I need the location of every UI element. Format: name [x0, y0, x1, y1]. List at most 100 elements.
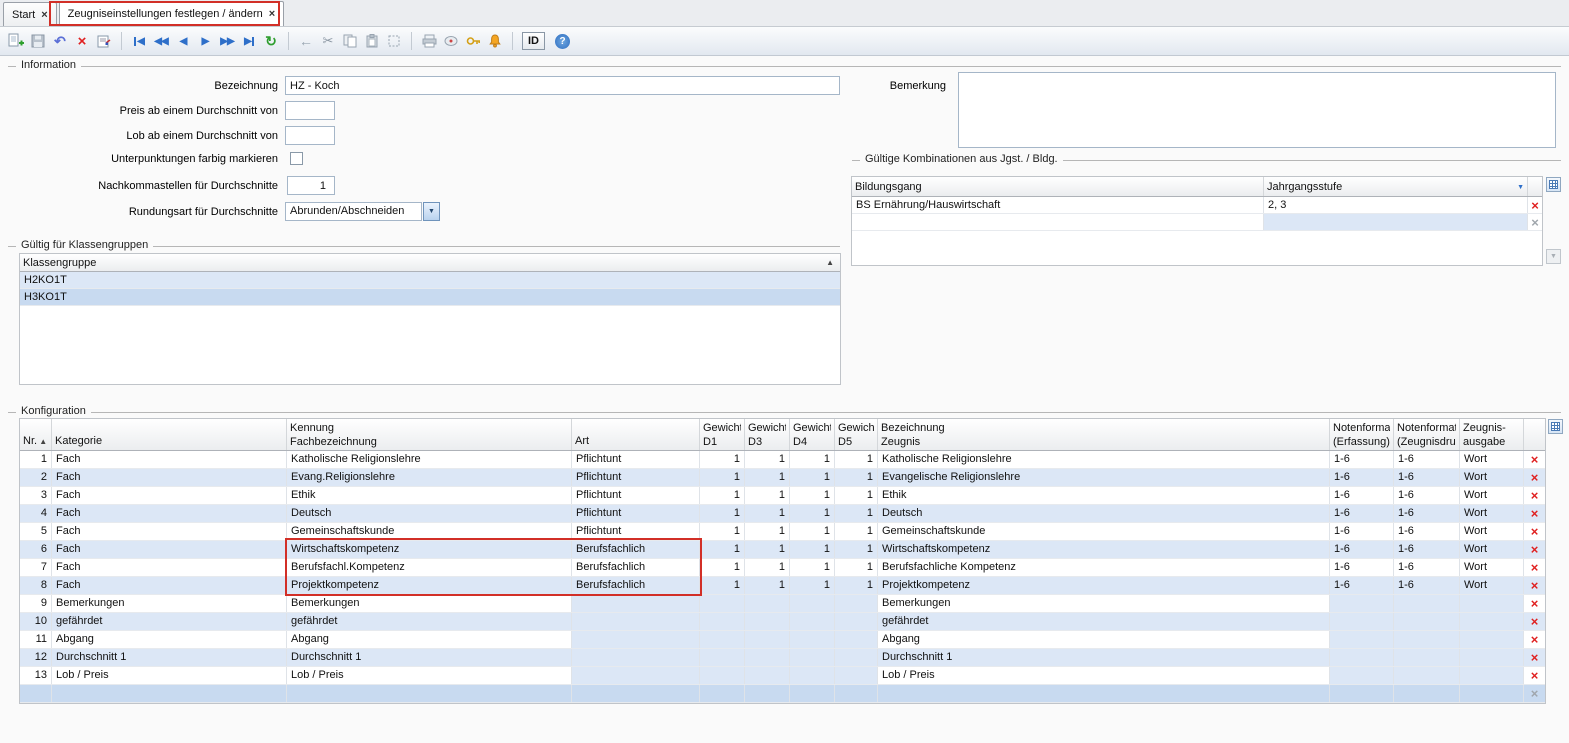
cell-d5[interactable]	[835, 649, 878, 666]
rundungsart-select[interactable]: Abrunden/Abschneiden	[285, 202, 422, 221]
back-arrow-icon[interactable]: ←	[296, 30, 316, 52]
cell-art[interactable]: Pflichtunt	[572, 469, 700, 486]
cell-d1[interactable]	[700, 631, 745, 648]
cell-d5[interactable]: 1	[835, 451, 878, 468]
cell-nf_erf[interactable]: 1-6	[1330, 469, 1394, 486]
cell-d1[interactable]: 1	[700, 523, 745, 540]
cell-kategorie[interactable]: Fach	[52, 451, 287, 468]
delete-row-icon[interactable]: ×	[1531, 651, 1539, 664]
cell-kennung[interactable]: Wirtschaftskompetenz	[287, 541, 572, 558]
cell-kennung[interactable]: Bemerkungen	[287, 595, 572, 612]
tab-close-icon[interactable]: ×	[41, 9, 47, 21]
delete-row-icon[interactable]: ×	[1531, 453, 1539, 466]
cell-ausgabe[interactable]: Wort	[1460, 505, 1524, 522]
column-header-nf_erf[interactable]: Notenformat(Erfassung)	[1330, 419, 1394, 450]
table-row[interactable]: 10gefährdetgefährdetgefährdet×	[20, 613, 1545, 631]
tab-zeugniseinstellungen[interactable]: Zeugniseinstellungen festlegen / ändern …	[59, 1, 285, 26]
cell-d4[interactable]	[790, 631, 835, 648]
cell-nf_erf[interactable]: 1-6	[1330, 541, 1394, 558]
cell-kennung[interactable]: Katholische Religionslehre	[287, 451, 572, 468]
cell-kategorie[interactable]: Fach	[52, 541, 287, 558]
cell-d3[interactable]: 1	[745, 505, 790, 522]
delete-row-icon[interactable]: ×	[1531, 507, 1539, 520]
cell-nr[interactable]: 3	[20, 487, 52, 504]
cell-kennung[interactable]: Ethik	[287, 487, 572, 504]
cell-kategorie[interactable]: Fach	[52, 505, 287, 522]
new-record-icon[interactable]	[6, 30, 26, 52]
cell-nf_druck[interactable]: 1-6	[1394, 523, 1460, 540]
cell-ausgabe[interactable]	[1460, 631, 1524, 648]
cell-nf_druck[interactable]	[1394, 595, 1460, 612]
table-row[interactable]: 1FachKatholische ReligionslehrePflichtun…	[20, 451, 1545, 469]
column-header-d4[interactable]: GewichtD4	[790, 419, 835, 450]
cell-kategorie[interactable]: Lob / Preis	[52, 667, 287, 684]
cell-ausgabe[interactable]	[1460, 613, 1524, 630]
nav-first-icon[interactable]: ◀	[129, 30, 149, 52]
cell-ausgabe[interactable]: Wort	[1460, 559, 1524, 576]
cell-nr[interactable]: 11	[20, 631, 52, 648]
column-header-bildungsgang[interactable]: Bildungsgang	[852, 177, 1264, 196]
cell-d3[interactable]: 1	[745, 469, 790, 486]
cell-d4[interactable]: 1	[790, 487, 835, 504]
cell-kategorie[interactable]: gefährdet	[52, 613, 287, 630]
table-row-empty[interactable]: ×	[20, 685, 1545, 703]
cell-kennung[interactable]: gefährdet	[287, 613, 572, 630]
column-header-ausgabe[interactable]: Zeugnis-ausgabe	[1460, 419, 1524, 450]
cell-d4[interactable]: 1	[790, 541, 835, 558]
cell-d1[interactable]	[700, 595, 745, 612]
cell-kategorie[interactable]: Bemerkungen	[52, 595, 287, 612]
cell-ausgabe[interactable]: Wort	[1460, 577, 1524, 594]
cell-d5[interactable]	[835, 613, 878, 630]
save-icon[interactable]	[28, 30, 48, 52]
cell-ausgabe[interactable]	[1460, 667, 1524, 684]
cell-bezeichnung[interactable]: Berufsfachliche Kompetenz	[878, 559, 1330, 576]
cell-kennung[interactable]: Projektkompetenz	[287, 577, 572, 594]
cell-kennung[interactable]: Lob / Preis	[287, 667, 572, 684]
cell-bezeichnung[interactable]: Evangelische Religionslehre	[878, 469, 1330, 486]
column-header-nr[interactable]: Nr. ▲	[20, 419, 52, 450]
delete-row-icon[interactable]: ×	[1531, 489, 1539, 502]
cell-d1[interactable]: 1	[700, 559, 745, 576]
tab-start[interactable]: Start ×	[3, 2, 57, 26]
cell-art[interactable]: Berufsfachlich	[572, 559, 700, 576]
scroll-down-button[interactable]: ▼	[1546, 249, 1561, 264]
preview-icon[interactable]	[441, 30, 461, 52]
undo-icon[interactable]: ↶	[50, 30, 70, 52]
cell-nf_erf[interactable]: 1-6	[1330, 487, 1394, 504]
table-row[interactable]: 11AbgangAbgangAbgang×	[20, 631, 1545, 649]
cell-d5[interactable]	[835, 631, 878, 648]
cell-bezeichnung[interactable]: Durchschnitt 1	[878, 649, 1330, 666]
cell-nr[interactable]: 7	[20, 559, 52, 576]
edit-record-icon[interactable]	[94, 30, 114, 52]
cell-bezeichnung[interactable]: Ethik	[878, 487, 1330, 504]
cell-art[interactable]	[572, 649, 700, 666]
cell-bildungsgang[interactable]: BS Ernährung/Hauswirtschaft	[852, 197, 1264, 213]
cell-nr[interactable]: 13	[20, 667, 52, 684]
cell-nf_erf[interactable]: 1-6	[1330, 451, 1394, 468]
nav-next-fast-icon[interactable]: ▶▶	[217, 30, 237, 52]
cell-bezeichnung[interactable]: gefährdet	[878, 613, 1330, 630]
cell-jahrgangsstufe[interactable]: 2, 3	[1264, 197, 1528, 213]
dropdown-icon[interactable]: ▼	[1517, 184, 1524, 191]
cell-nf_erf[interactable]: 1-6	[1330, 523, 1394, 540]
cell-d1[interactable]	[700, 667, 745, 684]
cell-bezeichnung[interactable]: Katholische Religionslehre	[878, 451, 1330, 468]
cell-art[interactable]: Berufsfachlich	[572, 577, 700, 594]
cell-art[interactable]: Pflichtunt	[572, 505, 700, 522]
cell-art[interactable]	[572, 667, 700, 684]
cell-ausgabe[interactable]: Wort	[1460, 487, 1524, 504]
cell-d3[interactable]: 1	[745, 541, 790, 558]
cut-icon[interactable]: ✂	[318, 30, 338, 52]
cell-d4[interactable]: 1	[790, 505, 835, 522]
nachkommastellen-input[interactable]	[287, 176, 335, 195]
cell-ausgabe[interactable]: Wort	[1460, 469, 1524, 486]
cell-nf_druck[interactable]: 1-6	[1394, 469, 1460, 486]
cell-d1[interactable]: 1	[700, 469, 745, 486]
cell-kennung[interactable]: Evang.Religionslehre	[287, 469, 572, 486]
cell-d1[interactable]: 1	[700, 505, 745, 522]
cell-bezeichnung[interactable]: Wirtschaftskompetenz	[878, 541, 1330, 558]
bell-icon[interactable]	[485, 30, 505, 52]
cell-nf_druck[interactable]: 1-6	[1394, 487, 1460, 504]
cell-nf_druck[interactable]: 1-6	[1394, 451, 1460, 468]
cell-kategorie[interactable]: Fach	[52, 487, 287, 504]
